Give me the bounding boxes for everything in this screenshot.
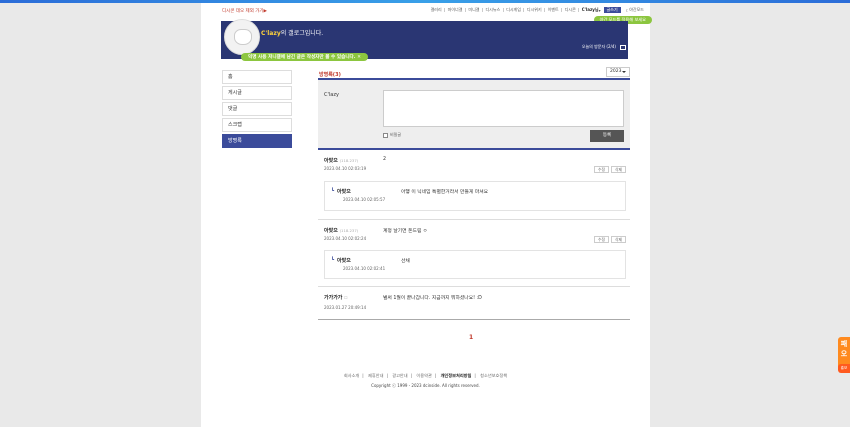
reply-nick[interactable]: 아맞으 [337,257,351,264]
secret-checkbox[interactable]: 비밀글 [383,132,401,138]
pagination-current[interactable]: 1 [469,334,473,341]
write-button[interactable]: 글쓰기 [603,7,621,13]
reply-text: 아햏 이 닉네임 특별한거라서 만들게 마셔요 [401,190,489,195]
entry-nick[interactable]: 아맞으 (118.237) [324,227,358,234]
delete-button[interactable]: 삭제 [611,236,626,243]
submit-button[interactable]: 등록 [590,130,624,142]
sidebar-item-posts[interactable]: 게시글 [222,86,292,100]
guestbook-title: 방명록(3) [319,72,341,78]
entry-text: 벌써 1월이 끝나갑니다. 지금까지 뭐하셨나요! :D [383,296,482,301]
entry-text: 계정 날기면 돈드림 ㅇ [383,229,428,234]
sidebar: 홈 게시글 댓글 스크랩 방명록 [222,70,292,150]
guestbook-entry: 가가가가 ☐ 2023.01.27 20:49:14 벌써 1월이 끝나갑니다.… [318,287,630,320]
entry-date: 2023.04.10 02:02:24 [324,236,367,241]
entry-nick[interactable]: 아맞으 (118.237) [324,157,358,164]
entry-ip: (118.237) [339,158,359,163]
visitor-count: 오늘의 방문자 (2/4) [582,44,626,50]
gnb-item-minor[interactable]: 마이너갤 [448,7,463,13]
entry-nick-text: 아맞으 [324,158,338,164]
page-container: 디시콘 데오 제외 가기▶ 갤러리 마이너갤 미니갤 디시뉴스 디시게임 디시위… [201,3,652,427]
reply-arrow-icon: ┗ [331,188,335,194]
sidebar-item-scrap[interactable]: 스크랩 [222,118,292,132]
footer-link-ads[interactable]: 광고안내 [392,373,407,378]
entry-actions: 수정 삭제 [594,236,626,243]
entry-nick-text: 아맞으 [324,228,338,234]
visitor-count-label: 오늘의 방문자 (2/4) [581,44,616,49]
footer-link-youth[interactable]: 청소년보호정책 [480,373,507,378]
entry-date: 2023.04.10 02:03:19 [324,166,367,171]
footer-link-privacy[interactable]: 개인정보처리방침 [441,373,472,378]
blog-title: C'lazy의 갤로그입니다. [261,28,323,37]
gnb-item-mini[interactable]: 미니갤 [468,7,479,13]
close-icon[interactable]: ✕ [357,55,361,60]
sidebar-item-home[interactable]: 홈 [222,70,292,84]
reply-date: 2023.04.10 02:02:41 [343,266,386,271]
reply-date: 2023.04.10 02:05:57 [343,197,386,202]
blog-owner: C'lazy [261,30,281,37]
year-select[interactable]: 2023 [606,67,630,77]
avatar [224,19,260,55]
floating-promo-sub[interactable]: 홍보 [838,364,850,373]
sidebar-item-comments[interactable]: 댓글 [222,102,292,116]
chevron-down-icon: ▾ [598,7,601,13]
reply-arrow-icon: ┗ [331,257,335,263]
gnb-item-event[interactable]: 이벤트 [548,7,559,13]
entry-ip: ☐ [344,295,348,300]
blog-title-suffix: 의 갤로그입니다. [280,30,324,37]
entry-nick-text: 가가가가 [324,295,343,301]
notice-pill: 익명 사용 저니갤에 남긴 글은 작성자만 볼 수 있습니다. ✕ [241,53,368,61]
dark-mode-toggle[interactable]: 야간모드 [629,7,644,13]
checkbox-icon[interactable] [383,132,388,138]
guestbook-entry: 아맞으 (118.237) 2023.04.10 02:03:19 2 수정 삭… [318,150,630,220]
sidebar-item-guestbook[interactable]: 방명록 [222,134,292,148]
entry-date: 2023.01.27 20:49:14 [324,305,367,310]
guestbook-write-form: C'lazy 비밀글 등록 [318,80,630,150]
reply-text: 선채 [401,259,410,264]
gnb-item-game[interactable]: 디시게임 [506,7,521,13]
gallery-link[interactable]: 디시콘 데오 제외 가기▶ [222,8,267,14]
footer-links: 회사소개 | 제휴안내 | 광고안내 | 이용약관 | 개인정보처리방침 | 청소년보호정… [343,373,508,378]
footer-link-company[interactable]: 회사소개 [344,373,359,378]
guestbook-textarea[interactable] [383,90,624,127]
entry-actions: 수정 삭제 [594,166,626,173]
edit-button[interactable]: 수정 [594,236,609,243]
footer-link-terms[interactable]: 이용약관 [416,373,431,378]
edit-button[interactable]: 수정 [594,166,609,173]
copyright: Copyright ⓒ 1999 - 2023 dcinside. All ri… [371,383,480,388]
global-nav: 갤러리 마이너갤 미니갤 디시뉴스 디시게임 디시위키 이벤트 디시콘 C'la… [431,7,644,13]
entry-text: 2 [383,157,387,162]
entry-nick[interactable]: 가가가가 ☐ [324,294,348,301]
delete-button[interactable]: 삭제 [611,166,626,173]
reply-nick[interactable]: 아맞으 [337,188,351,195]
guestbook-entry: 아맞으 (118.237) 2023.04.10 02:02:24 계정 날기면… [318,220,630,287]
reply-item: ┗ 아맞으 2023.04.10 02:05:57 아햏 이 닉네임 특별한거라… [324,181,626,211]
gnb-item-dccon[interactable]: 디시콘 [565,7,576,13]
calendar-icon[interactable] [620,44,626,50]
secret-label: 비밀글 [390,132,402,137]
gnb-item-wiki[interactable]: 디시위키 [527,7,542,13]
entry-ip: (118.237) [339,228,359,233]
guestbook-header: 방명록(3) 2023 [318,66,630,80]
guestbook-main: 방명록(3) 2023 C'lazy 비밀글 등록 아맞으 (118.237) … [318,66,630,320]
mascot-icon [234,29,252,45]
notice-text: 익명 사용 저니갤에 남긴 글은 작성자만 볼 수 있습니다. [248,55,356,60]
writer-nick: C'lazy [324,92,339,98]
reply-item: ┗ 아맞으 2023.04.10 02:02:41 선채 [324,250,626,279]
gnb-item-news[interactable]: 디시뉴스 [485,7,500,13]
user-menu[interactable]: C'lazy님 [582,7,599,13]
gnb-item-gallery[interactable]: 갤러리 [431,7,442,13]
footer-link-partnership[interactable]: 제휴안내 [368,373,383,378]
